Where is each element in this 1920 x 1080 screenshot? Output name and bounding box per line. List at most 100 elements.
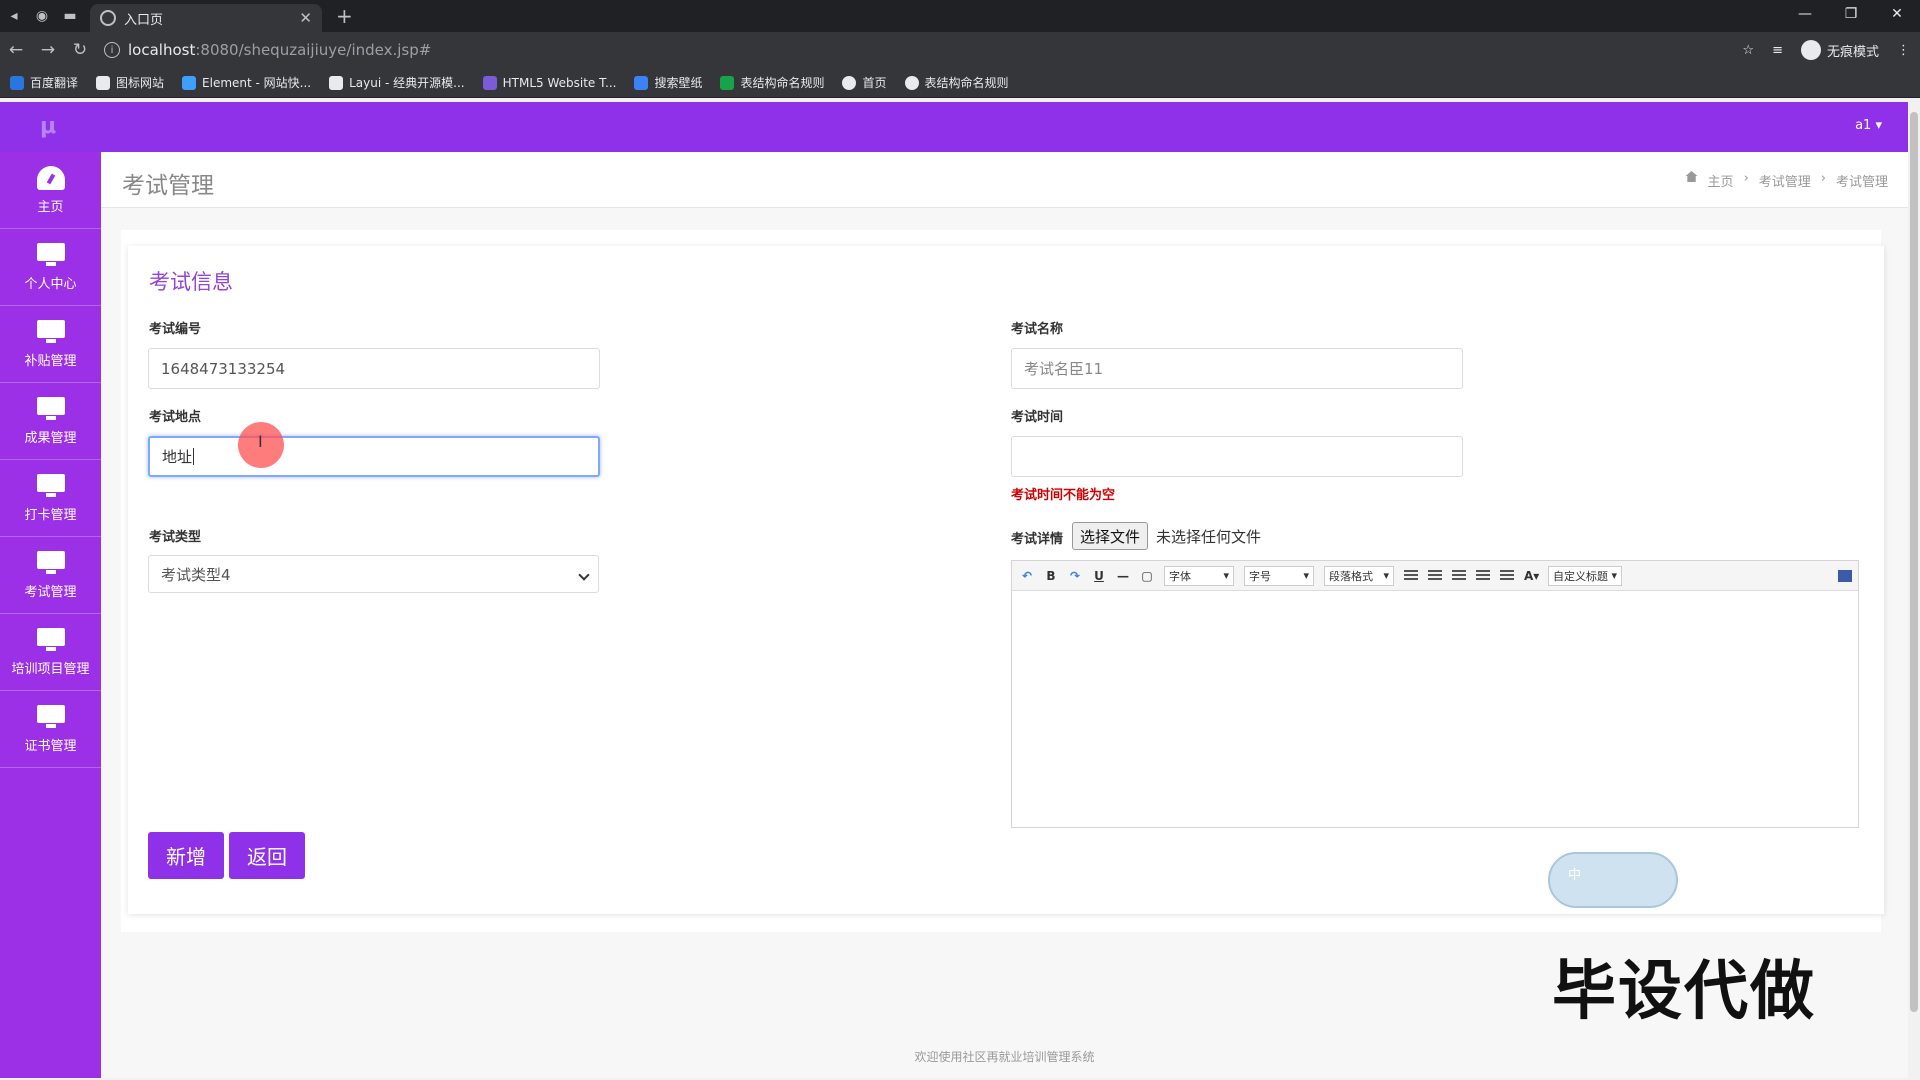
app-logo[interactable]: μ [40,114,56,139]
font-family-dropdown[interactable]: 字体 ▾ [1164,565,1234,586]
exam-no-input[interactable]: 1648473133254 [148,348,600,389]
horizontal-rule-icon[interactable]: — [1116,569,1130,583]
align-left-icon[interactable] [1428,570,1442,581]
reading-list-icon[interactable]: ≡ [1772,43,1783,58]
address-bar-row: ← → ↻ i localhost:8080/shequzaijiuye/ind… [0,32,1920,68]
sidebar-item-profile[interactable]: 个人中心 [0,229,101,306]
sidebar-item-training[interactable]: 培训项目管理 [0,614,101,691]
form-title: 考试信息 [149,270,233,294]
bookmark-item[interactable]: 搜索壁纸 [634,74,702,91]
exam-no-label: 考试编号 [149,322,202,337]
speaker-icon[interactable]: ◂ [0,0,28,32]
bold-icon[interactable]: B [1044,569,1058,583]
user-menu[interactable]: a1 ▾ [1855,118,1882,133]
align-center-icon[interactable] [1452,570,1466,581]
app-root: μ a1 ▾ 主页 个人中心 补贴管理 成果管理 打卡管理 考试管理 培训项目管… [0,102,1908,1078]
exam-type-select[interactable]: 考试类型4 [148,555,599,593]
url-field[interactable]: i localhost:8080/shequzaijiuye/index.jsp… [104,36,1664,64]
bookmark-item[interactable]: Element - 网站快... [182,74,311,91]
globe-icon [842,75,857,90]
font-color-icon[interactable]: A▾ [1524,569,1539,583]
font-size-dropdown[interactable]: 字号 ▾ [1244,565,1314,586]
text-cursor-icon: I [258,432,263,451]
bookmark-item[interactable]: 首页 [842,74,887,91]
new-tab-button[interactable]: + [336,4,353,28]
monitor-icon [36,704,65,729]
browser-tab-active[interactable]: 入口页 ✕ [90,4,322,32]
bookmark-star-icon[interactable]: ☆ [1742,43,1754,58]
page-header: 考试管理 主页 › 考试管理 › 考试管理 [101,152,1908,208]
layui-logo-icon [329,75,344,90]
minimize-button[interactable]: — [1782,0,1828,28]
bookmark-item[interactable]: HTML5 Website T... [482,75,616,90]
sidebar-item-label: 证书管理 [24,738,77,754]
sheet-logo-icon [720,75,735,90]
redo-icon[interactable]: ↷ [1068,569,1082,583]
back-arrow-icon[interactable]: ← [0,40,32,60]
reload-icon[interactable]: ↻ [64,40,96,60]
text-caret [193,448,195,465]
incognito-label: 无痕模式 [1826,44,1879,60]
sidebar-item-exam[interactable]: 考试管理 [0,537,101,614]
monitor-icon [36,396,65,421]
sidebar-item-certificate[interactable]: 证书管理 [0,691,101,768]
exam-place-input[interactable]: 地址 [148,436,600,477]
breadcrumb-current: 考试管理 [1835,175,1888,190]
custom-title-dropdown[interactable]: 自定义标题 ▾ [1548,565,1622,586]
monitor-icon [36,550,65,575]
undo-icon[interactable]: ↶ [1020,569,1034,583]
paragraph-dropdown[interactable]: 段落格式 ▾ [1324,565,1394,586]
bookmark-item[interactable]: 表结构命名规则 [904,74,1009,91]
sidebar-item-label: 主页 [37,199,64,215]
menu-kebab-icon[interactable]: ⋮ [1897,43,1910,58]
bookmarks-bar: 百度翻译 图标网站 Element - 网站快... Layui - 经典开源模… [0,68,1920,98]
scrollbar-thumb[interactable] [1910,112,1918,1012]
monitor-icon [36,242,65,267]
sidebar-item-label: 补贴管理 [24,353,77,369]
bookmark-item[interactable]: 表结构命名规则 [720,74,824,91]
exam-time-error: 考试时间不能为空 [1011,488,1116,503]
editor-toolbar: ↶ B ↷ U — ▢ 字体 ▾ 字号 ▾ 段落格式 ▾ A▾ 自定义标题 ▾ [1012,561,1858,591]
bookmark-item[interactable]: 图标网站 [96,74,164,91]
window-close-button[interactable]: ✕ [1874,0,1920,28]
breadcrumb-exam[interactable]: 考试管理 [1759,171,1811,190]
sidebar-item-label: 培训项目管理 [11,661,90,677]
underline-icon[interactable]: U [1092,569,1106,583]
sidebar-item-label: 成果管理 [24,430,77,446]
sidebar-item-label: 打卡管理 [24,507,77,523]
align-right-icon[interactable] [1476,570,1490,581]
align-justify-icon[interactable] [1500,570,1514,581]
sidebar-item-checkin[interactable]: 打卡管理 [0,460,101,537]
exam-time-input[interactable] [1011,436,1463,477]
file-none-text: 未选择任何文件 [1156,528,1262,546]
choose-file-button[interactable]: 选择文件 [1072,522,1149,550]
sidebar-item-results[interactable]: 成果管理 [0,383,101,460]
exam-place-value: 地址 [162,448,193,466]
toolbar-right: ☆ ≡ 无痕模式 ⋮ [1742,32,1910,68]
flag-icon [96,75,111,90]
site-info-icon[interactable]: i [104,42,120,58]
sidebar-item-home[interactable]: 主页 [0,152,101,229]
page-scrollbar[interactable] [1908,102,1920,1078]
back-button[interactable]: 返回 [229,832,305,879]
bookmark-item[interactable]: Layui - 经典开源模... [329,74,465,91]
incognito-indicator[interactable]: 无痕模式 [1800,40,1879,60]
add-button[interactable]: 新增 [148,832,224,879]
browser-tabbar: ◂ ◉ ▬ 入口页 ✕ + — ❐ ✕ [0,0,1920,32]
tab-close-icon[interactable]: ✕ [299,9,312,27]
wallpaper-logo-icon [634,75,649,90]
table-icon[interactable] [1404,570,1418,581]
caret-down-icon: ▾ [1303,569,1309,582]
exam-name-input[interactable]: 考试名臣11 [1011,348,1463,389]
sidebar-item-subsidy[interactable]: 补贴管理 [0,306,101,383]
exam-form-card: 考试信息 考试编号 1648473133254 考试名称 考试名臣11 考试地点… [128,246,1884,914]
restore-button[interactable]: ❐ [1828,0,1874,28]
bookmark-item[interactable]: 百度翻译 [10,74,78,91]
breadcrumb-home[interactable]: 主页 [1708,171,1734,190]
fullscreen-icon[interactable] [1838,569,1852,582]
tab-strip-icon[interactable]: ▬ [56,0,84,32]
ime-widget[interactable]: 中 [1548,852,1678,908]
globe-icon[interactable]: ◉ [28,0,56,32]
forward-arrow-icon[interactable]: → [32,40,64,60]
clear-format-icon[interactable]: ▢ [1140,569,1154,583]
